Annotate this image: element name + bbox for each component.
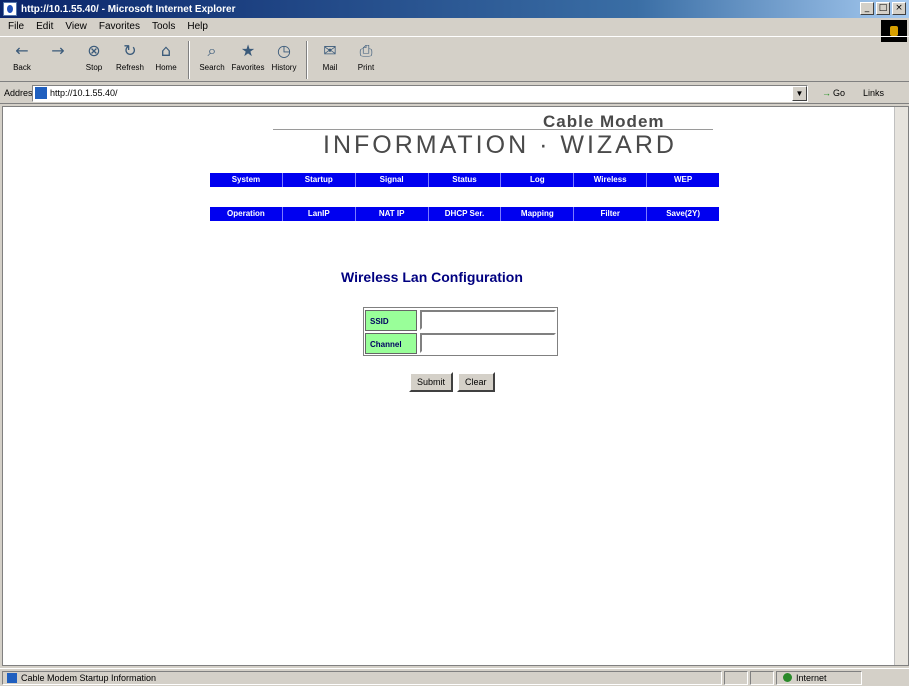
links-button[interactable]: Links <box>863 88 884 98</box>
favorites-button[interactable]: ★ Favorites <box>230 39 266 81</box>
security-zone: Internet <box>776 670 862 685</box>
status-message: Cable Modem Startup Information <box>2 670 722 685</box>
minimize-button[interactable]: _ <box>860 2 874 15</box>
page-icon <box>7 672 17 683</box>
menu-file[interactable]: File <box>8 21 24 32</box>
page-title: Wireless Lan Configuration <box>341 269 523 285</box>
nav-nat-ip[interactable]: NAT IP <box>356 207 429 221</box>
nav-log[interactable]: Log <box>501 173 575 187</box>
print-icon: ⎙ <box>359 41 373 60</box>
channel-input[interactable] <box>420 333 556 353</box>
nav-save[interactable]: Save(2Y) <box>647 207 719 221</box>
nav-wireless[interactable]: Wireless <box>574 173 648 187</box>
clear-button[interactable]: Clear <box>457 372 495 392</box>
close-button[interactable]: × <box>892 2 906 15</box>
stop-icon: ⊗ <box>87 41 101 60</box>
status-cell <box>724 670 748 685</box>
history-icon: ◷ <box>277 41 291 60</box>
chevron-down-icon[interactable]: ▼ <box>792 85 807 101</box>
forward-arrow-icon: → <box>51 41 65 60</box>
nav-filter[interactable]: Filter <box>574 207 648 221</box>
wireless-config-form: SSID Channel <box>363 307 558 356</box>
menu-tools[interactable]: Tools <box>152 21 175 32</box>
home-button[interactable]: ⌂ Home <box>148 39 184 81</box>
ssid-label: SSID <box>365 309 417 331</box>
nav-lanip[interactable]: LanIP <box>283 207 356 221</box>
nav-wep[interactable]: WEP <box>647 173 719 187</box>
globe-icon <box>783 673 792 682</box>
vertical-scrollbar[interactable] <box>894 107 908 665</box>
menu-help[interactable]: Help <box>187 21 208 32</box>
window-title: http://10.1.55.40/ - Microsoft Internet … <box>21 3 236 15</box>
toolbar-separator <box>306 41 308 79</box>
mail-button[interactable]: ✉ Mail <box>312 39 348 81</box>
channel-label: Channel <box>365 332 417 354</box>
home-icon: ⌂ <box>160 41 172 60</box>
menu-view[interactable]: View <box>65 21 87 32</box>
stop-button[interactable]: ⊗ Stop <box>76 39 112 81</box>
search-icon: ⌕ <box>207 41 217 60</box>
nav-startup[interactable]: Startup <box>283 173 356 187</box>
window-controls: _ □ × <box>860 2 906 15</box>
history-button[interactable]: ◷ History <box>266 39 302 81</box>
nav-signal[interactable]: Signal <box>356 173 429 187</box>
nav-system[interactable]: System <box>210 173 283 187</box>
menu-bar: File Edit View Favorites Tools Help <box>0 18 909 34</box>
ie-icon <box>3 2 17 16</box>
toolbar-separator <box>188 41 190 79</box>
page-viewport: Cable Modem INFORMATION · WIZARD System … <box>2 106 909 666</box>
brand-subtitle: Cable Modem <box>543 112 665 131</box>
submit-button[interactable]: Submit <box>409 372 454 392</box>
mail-icon: ✉ <box>323 41 337 60</box>
menu-edit[interactable]: Edit <box>36 21 53 32</box>
channel-row: Channel <box>365 332 556 354</box>
nav-mapping[interactable]: Mapping <box>501 207 575 221</box>
ssid-input[interactable] <box>420 310 556 330</box>
nav-dhcp-server[interactable]: DHCP Ser. <box>429 207 502 221</box>
go-button[interactable]: → Go <box>822 88 845 98</box>
menu-favorites[interactable]: Favorites <box>99 21 140 32</box>
maximize-button[interactable]: □ <box>876 2 890 15</box>
refresh-icon: ↻ <box>123 41 137 60</box>
brand-title: INFORMATION · WIZARD <box>323 131 677 159</box>
print-button[interactable]: ⎙ Print <box>348 39 384 81</box>
refresh-button[interactable]: ↻ Refresh <box>112 39 148 81</box>
nav-row-secondary: Operation LanIP NAT IP DHCP Ser. Mapping… <box>210 207 719 221</box>
address-label: Address <box>4 88 38 98</box>
search-button[interactable]: ⌕ Search <box>194 39 230 81</box>
nav-status[interactable]: Status <box>429 173 502 187</box>
status-bar: Cable Modem Startup Information Internet <box>0 668 909 686</box>
favorites-icon: ★ <box>240 41 256 60</box>
nav-operation[interactable]: Operation <box>210 207 283 221</box>
go-arrow-icon: → <box>822 88 831 98</box>
nav-row-primary: System Startup Signal Status Log Wireles… <box>210 173 719 187</box>
status-cell <box>750 670 774 685</box>
standard-toolbar: ← Back → ⊗ Stop ↻ Refresh ⌂ Home ⌕ Searc… <box>0 36 909 82</box>
back-button[interactable]: ← Back <box>4 39 40 81</box>
address-input[interactable]: http://10.1.55.40/ ▼ <box>32 84 808 102</box>
window-titlebar: http://10.1.55.40/ - Microsoft Internet … <box>0 0 909 18</box>
forward-button[interactable]: → <box>40 39 76 81</box>
page-icon <box>35 87 47 99</box>
address-bar: Address http://10.1.55.40/ ▼ → Go Links <box>0 83 909 104</box>
address-url: http://10.1.55.40/ <box>50 88 118 98</box>
ssid-row: SSID <box>365 309 556 331</box>
form-buttons: Submit Clear <box>409 372 495 392</box>
back-arrow-icon: ← <box>15 41 29 60</box>
